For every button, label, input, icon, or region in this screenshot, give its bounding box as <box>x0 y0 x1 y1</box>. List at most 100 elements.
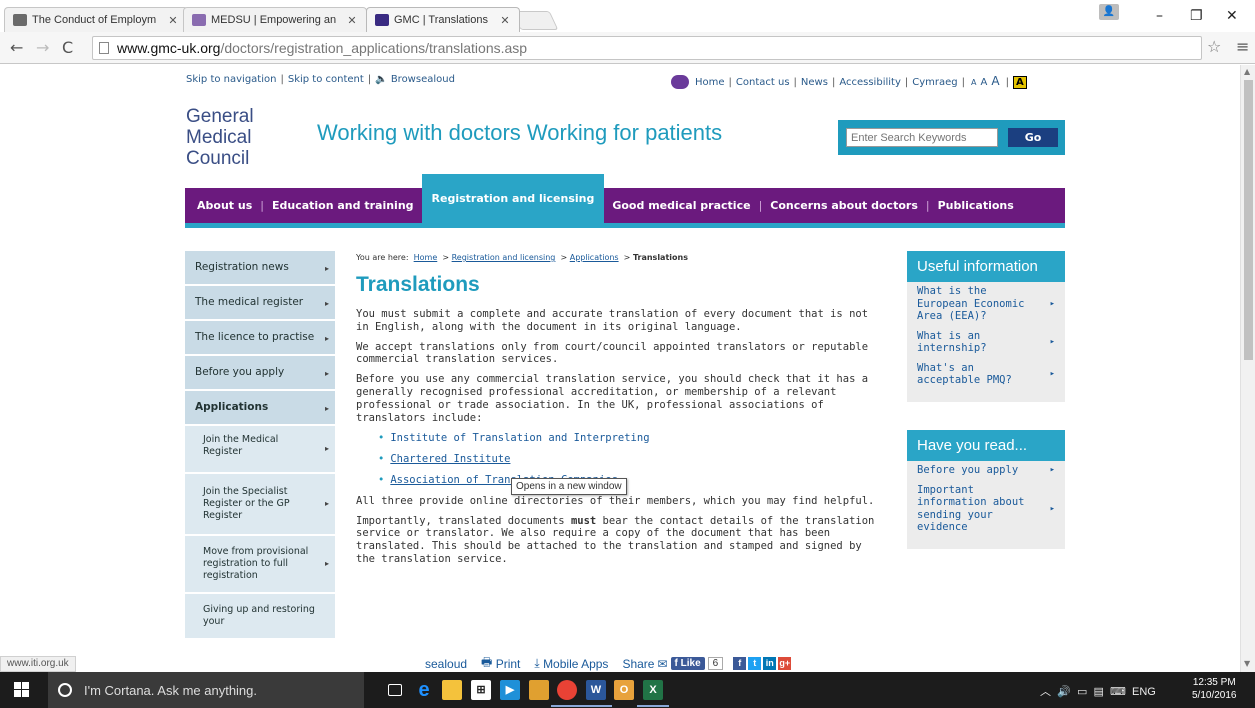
iti-link[interactable]: Institute of Translation and Interpretin… <box>390 432 649 444</box>
windows-start-icon[interactable] <box>14 682 30 698</box>
tooltip: Opens in a new window <box>511 478 627 495</box>
useful-link-eea[interactable]: What is the European Economic Area (EEA)… <box>917 285 1055 323</box>
address-bar[interactable]: www.gmc-uk.org/doctors/registration_appl… <box>92 36 1202 60</box>
chartered-institute-link[interactable]: Chartered Institute <box>390 453 510 465</box>
chrome-menu-icon[interactable]: ≡ <box>1236 37 1249 56</box>
file-explorer-icon[interactable] <box>442 680 462 700</box>
scroll-down-icon[interactable]: ▼ <box>1244 659 1250 668</box>
breadcrumb-registration[interactable]: Registration and licensing <box>452 253 556 262</box>
mobile-apps-link[interactable]: Mobile Apps <box>543 657 608 671</box>
accessibility-link[interactable]: Accessibility <box>839 77 901 88</box>
text-size-large[interactable]: A <box>991 74 999 88</box>
windows-taskbar: I'm Cortana. Ask me anything. e ⊞ ▶ W O … <box>0 672 1255 708</box>
bookmark-star-icon[interactable]: ☆ <box>1207 37 1221 56</box>
browsealoud-link[interactable]: sealoud <box>425 657 467 671</box>
word-icon[interactable]: W <box>580 680 612 707</box>
edge-icon[interactable]: e <box>414 680 434 700</box>
reload-icon[interactable]: C <box>62 38 73 57</box>
app-icon[interactable] <box>529 680 549 700</box>
chevron-up-icon[interactable]: ︿ <box>1040 686 1051 698</box>
close-icon[interactable]: ✕ <box>167 14 179 27</box>
nav-about-us[interactable]: About us <box>185 199 260 212</box>
read-link-evidence[interactable]: Important information about sending your… <box>917 484 1055 534</box>
media-player-icon[interactable]: ▶ <box>500 680 520 700</box>
browser-tab-bar: The Conduct of Employm ✕ MEDSU | Empower… <box>0 0 1255 32</box>
forward-arrow-icon[interactable]: → <box>36 38 49 57</box>
skip-links: Skip to navigation | Skip to content | 🔈 Bro… <box>186 74 455 85</box>
print-link[interactable]: Print <box>496 657 521 671</box>
notifications-icon[interactable]: ▤ <box>1093 686 1103 698</box>
skip-content-link[interactable]: Skip to content <box>288 74 364 85</box>
clock[interactable]: 12:35 PM 5/10/2016 <box>1192 676 1237 702</box>
contact-link[interactable]: Contact us <box>736 77 790 88</box>
keyboard-icon[interactable]: ⌨ <box>1110 686 1126 698</box>
gmc-logo[interactable]: General Medical Council <box>186 106 254 169</box>
nav-registration-licensing[interactable]: Registration and licensing <box>421 174 605 223</box>
nav-education-training[interactable]: Education and training <box>264 199 422 212</box>
browser-tab-active[interactable]: GMC | Translations ✕ <box>366 7 520 32</box>
back-arrow-icon[interactable]: ← <box>10 38 23 57</box>
cortana-search-box[interactable]: I'm Cortana. Ask me anything. <box>48 672 364 708</box>
googleplus-icon[interactable]: g+ <box>778 657 792 670</box>
high-contrast-button[interactable]: A <box>1012 76 1027 89</box>
text-size-small[interactable]: A <box>971 78 976 87</box>
volume-icon[interactable]: 🔊 <box>1057 686 1071 698</box>
outlook-icon[interactable]: O <box>614 680 634 700</box>
battery-icon[interactable]: ▭ <box>1077 686 1087 698</box>
close-window-icon[interactable]: ✕ <box>1226 8 1238 24</box>
useful-link-internship[interactable]: What is an internship? ▸ <box>917 330 1055 355</box>
breadcrumb-home[interactable]: Home <box>414 253 438 262</box>
leftnav-before-you-apply[interactable]: Before you apply ▸ <box>185 356 335 391</box>
language-indicator[interactable]: ENG <box>1132 686 1156 698</box>
linkedin-icon[interactable]: in <box>763 657 777 670</box>
browsealoud-link[interactable]: Browsealoud <box>391 74 455 85</box>
cymraeg-link[interactable]: Cymraeg <box>912 77 957 88</box>
scroll-up-icon[interactable]: ▲ <box>1244 67 1250 76</box>
page-scrollbar[interactable]: ▲ ▼ <box>1240 65 1255 672</box>
arrow-right-icon: ▸ <box>324 263 329 273</box>
restore-icon[interactable]: ❐ <box>1190 8 1203 24</box>
paragraph: Importantly, translated documents must b… <box>356 514 875 565</box>
leftnav-medical-register[interactable]: The medical register ▸ <box>185 286 335 321</box>
leftnav-licence-to-practise[interactable]: The licence to practise ▸ <box>185 321 335 356</box>
text-size-medium[interactable]: A <box>981 77 988 88</box>
breadcrumb-applications[interactable]: Applications <box>570 253 619 262</box>
nav-good-medical-practice[interactable]: Good medical practice <box>604 199 758 212</box>
nav-concerns-about-doctors[interactable]: Concerns about doctors <box>762 199 926 212</box>
profile-icon[interactable]: 👤 <box>1099 4 1119 20</box>
useful-link-pmq[interactable]: What's an acceptable PMQ? ▸ <box>917 362 1055 387</box>
browser-tab[interactable]: The Conduct of Employm ✕ <box>4 7 188 32</box>
email-icon[interactable]: ✉ <box>657 657 667 671</box>
leftnav-join-medical-register[interactable]: Join the Medical Register ▸ <box>185 426 335 474</box>
site-tagline: Working with doctors Working for patient… <box>317 120 723 145</box>
chrome-icon[interactable] <box>551 680 583 707</box>
task-view-icon[interactable] <box>388 684 402 696</box>
news-link[interactable]: News <box>801 77 828 88</box>
search-go-button[interactable]: Go <box>1008 128 1058 147</box>
leftnav-join-specialist-register[interactable]: Join the Specialist Register or the GP R… <box>185 474 335 536</box>
leftnav-applications[interactable]: Applications ▸ <box>185 391 335 426</box>
search-box: Go <box>838 120 1065 155</box>
minimize-icon[interactable]: – <box>1156 8 1163 24</box>
skip-navigation-link[interactable]: Skip to navigation <box>186 74 276 85</box>
search-input[interactable] <box>846 128 998 147</box>
facebook-like-button[interactable]: f Like <box>670 657 705 670</box>
scrollbar-thumb[interactable] <box>1244 80 1253 360</box>
leftnav-giving-up-restoring[interactable]: Giving up and restoring your <box>185 594 335 640</box>
close-icon[interactable]: ✕ <box>499 14 511 27</box>
medsu-favicon-icon <box>192 14 206 26</box>
twitter-icon[interactable]: t <box>748 657 762 670</box>
nav-publications[interactable]: Publications <box>930 199 1022 212</box>
left-nav: Registration news ▸ The medical register ▸… <box>185 251 335 640</box>
leftnav-registration-news[interactable]: Registration news ▸ <box>185 251 335 286</box>
browser-toolbar: ← → C www.gmc-uk.org/doctors/registratio… <box>0 32 1255 64</box>
home-link[interactable]: Home <box>695 77 725 88</box>
browser-tab[interactable]: MEDSU | Empowering an ✕ <box>183 7 367 32</box>
arrow-right-icon: ▸ <box>324 444 329 453</box>
read-link-before-apply[interactable]: Before you apply ▸ <box>917 464 1055 477</box>
close-icon[interactable]: ✕ <box>346 14 358 27</box>
store-icon[interactable]: ⊞ <box>471 680 491 700</box>
leftnav-move-to-full-registration[interactable]: Move from provisional registration to fu… <box>185 536 335 594</box>
excel-icon[interactable]: X <box>637 680 669 707</box>
facebook-icon[interactable]: f <box>733 657 747 670</box>
